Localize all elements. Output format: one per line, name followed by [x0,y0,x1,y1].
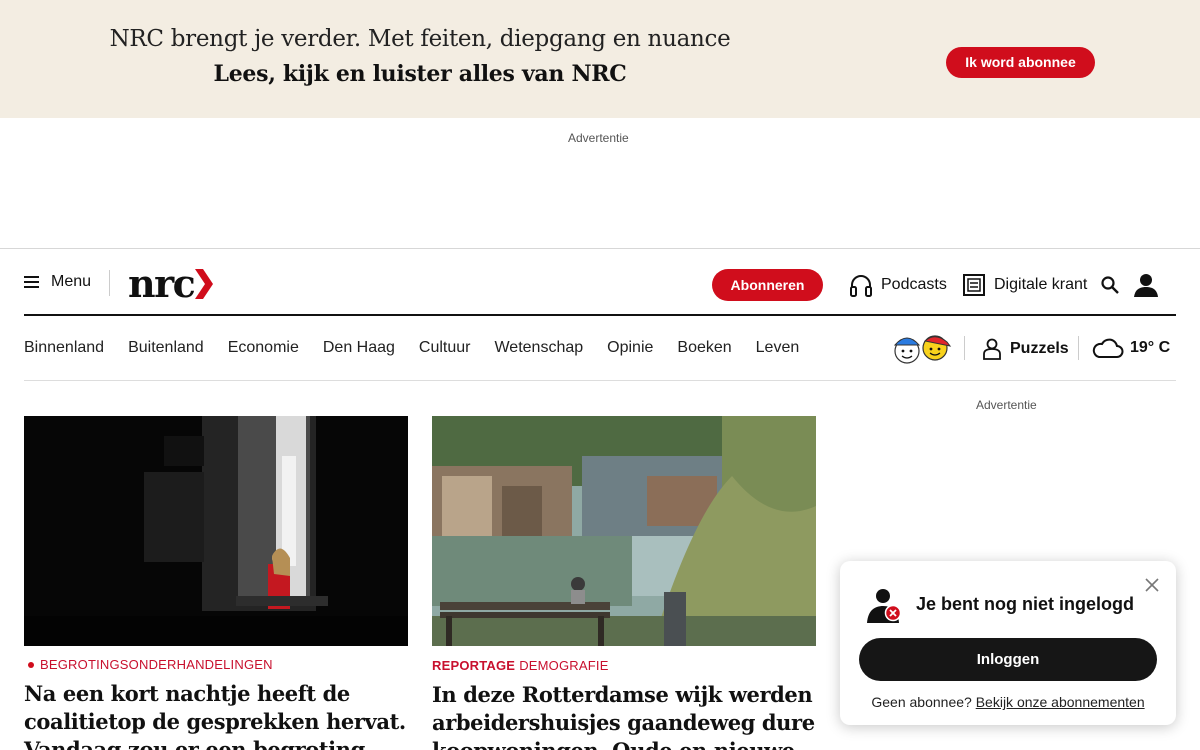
article-1-label[interactable]: BEGROTINGSONDERHANDELINGEN [24,657,273,672]
popup-footer: Geen abonnee? Bekijk onze abonnementen [840,694,1176,710]
article-2-title-line: arbeidershuisjes gaandeweg dure [432,710,815,735]
digital-newspaper-label: Digitale krant [994,276,1088,293]
menu-button[interactable]: Menu [24,270,91,294]
side-ad-label: Advertentie [976,398,1037,412]
puzzels-label: Puzzels [1010,340,1069,357]
article-1-image[interactable] [24,416,408,646]
nav-item-opinie[interactable]: Opinie [607,339,653,361]
popup-title: Je bent nog niet ingelogd [916,594,1134,614]
article-2-image[interactable] [432,416,816,646]
digital-newspaper-link[interactable]: Digitale krant [962,272,1087,298]
nav-item-binnenland[interactable]: Binnenland [24,339,104,361]
menu-label: Menu [51,273,92,290]
headphones-icon [850,275,872,297]
nav-item-cultuur[interactable]: Cultuur [419,339,471,361]
header-separator [109,270,110,296]
nav-item-den-haag[interactable]: Den Haag [323,339,395,361]
account-button[interactable] [1133,272,1159,303]
header-divider [0,248,1200,249]
search-icon [1101,276,1119,294]
article-1-title-line: Na een kort nachtje heeft de [24,681,350,706]
nav-item-buitenland[interactable]: Buitenland [128,339,204,361]
close-icon [1145,578,1159,592]
subscribe-button[interactable]: Abonneren [712,269,823,301]
section-nav: Binnenland Buitenland Economie Den Haag … [24,339,799,361]
nrc-logo[interactable]: nrc [128,261,214,306]
hamburger-icon [24,276,39,288]
header-rule [24,314,1176,316]
article-2-title-line: In deze Rotterdamse wijk werden [432,682,813,707]
nav-item-leven[interactable]: Leven [756,339,800,361]
article-1-title[interactable]: Na een kort nachtje heeft de coalitietop… [24,680,408,750]
puzzels-link[interactable]: Puzzels [982,337,1069,361]
weather-temperature: 19° C [1130,339,1171,356]
podcasts-label: Podcasts [881,276,947,293]
article-2-kicker: REPORTAGE [432,658,516,673]
promo-banner: NRC brengt je verder. Met feiten, diepga… [0,0,1200,118]
logged-out-user-icon [864,586,904,631]
nav-item-boeken[interactable]: Boeken [677,339,731,361]
nav-item-economie[interactable]: Economie [228,339,299,361]
puzzle-piece-icon [983,338,1001,360]
puzzle-mascots-icon[interactable] [890,332,954,371]
popup-close-button[interactable] [1144,577,1160,598]
user-icon [1134,274,1158,297]
article-2-category: DEMOGRAFIE [519,658,609,673]
article-2-title-line: koopwoningen. Oude en nieuwe [432,737,816,750]
article-1-title-line: Vandaag zou er een begroting [24,737,365,750]
popup-footer-text: Geen abonnee? [871,694,972,710]
subscribe-promo-button[interactable]: Ik word abonnee [946,47,1095,78]
article-2-label[interactable]: REPORTAGE DEMOGRAFIE [432,658,609,673]
podcasts-link[interactable]: Podcasts [849,272,947,298]
nav-rule [24,380,1176,381]
promo-tagline: NRC brengt je verder. Met feiten, diepga… [109,26,731,52]
article-2-title[interactable]: In deze Rotterdamse wijk werden arbeider… [432,681,816,750]
subscriptions-link[interactable]: Bekijk onze abonnementen [976,694,1145,710]
weather-widget[interactable]: 19° C [1092,336,1170,360]
cloud-icon [1092,338,1124,358]
logo-chevron-icon [195,269,214,299]
live-dot-icon [28,661,34,668]
top-ad-label: Advertentie [568,131,629,145]
article-1-category: BEGROTINGSONDERHANDELINGEN [40,657,273,672]
login-button[interactable]: Inloggen [859,638,1157,681]
logo-text: nrc [128,261,196,306]
nav-item-wetenschap[interactable]: Wetenschap [494,339,583,361]
article-1-title-line: coalitietop de gesprekken hervat. [24,709,406,734]
nav-fade [810,335,890,365]
newspaper-icon [963,274,985,296]
nav-separator [964,336,965,360]
promo-headline: Lees, kijk en luister alles van NRC [213,61,627,87]
nav-separator-2 [1078,336,1079,360]
search-button[interactable] [1101,276,1119,299]
